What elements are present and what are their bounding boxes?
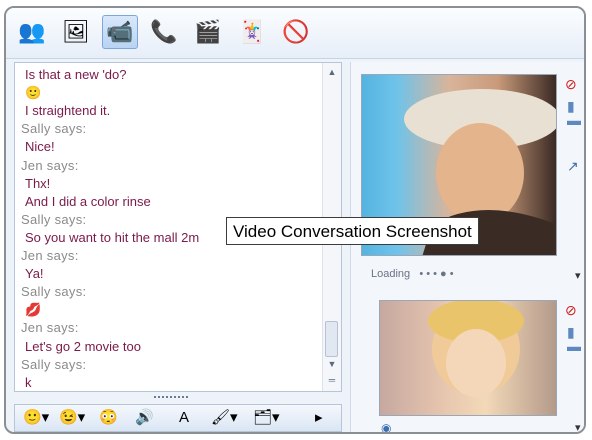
video-loading-status: Loading • • • ● • [371,268,454,280]
volume-slider-thumb[interactable]: ▬ [567,112,581,128]
loading-label: Loading [371,268,411,280]
self-video-feed [379,300,557,416]
sender-name: Sally says: [21,284,87,300]
chat-message: k [25,374,32,390]
sender-name: Sally says: [21,121,87,137]
chat-message: So you want to hit the mall 2m [25,229,200,245]
background-icon[interactable]: 🗂▾ [253,409,280,427]
chat-message: Let's go 2 movie too [25,338,141,354]
invite-contact-icon[interactable]: 👥 [14,15,50,49]
sender-name: Sally says: [21,211,87,227]
chat-message: Is that a new 'do? [25,67,127,82]
more-icon[interactable]: ▸ [315,409,323,427]
voice-clip-icon[interactable]: 🔊 [135,409,154,427]
send-file-icon[interactable]: 🖼 [58,15,94,49]
phone-call-icon[interactable]: 📞 [146,15,182,49]
nudge-icon[interactable]: 😳 [99,409,118,427]
conversation-toolbar: 👥 🖼 📹 📞 🎬 🃏 🚫 [6,8,584,59]
video-area: ⊘ ▮ ▬ ↗ Loading • • • ● • ▾ ⊘ ▮ ▬ ◉ ▾ [350,62,584,432]
emoticons-icon[interactable]: 🙂▾ [23,409,49,427]
block-contact-icon[interactable]: 🚫 [278,15,314,49]
chat-message: Nice! [25,139,55,155]
video-menu-icon[interactable]: ▾ [575,268,581,284]
emoticon: 💋 [25,302,42,318]
chat-message: Ya! [25,266,44,282]
chat-message: And I did a color rinse [25,193,151,209]
sender-name: Jen says: [21,157,79,173]
stop-self-video-icon[interactable]: ⊘ [565,302,577,318]
sender-name: Jen says: [21,248,79,263]
webcam-icon[interactable]: ◉ [381,420,391,432]
winks-icon[interactable]: 😉▾ [59,409,85,427]
self-video-image [428,301,524,397]
video-call-icon[interactable]: 📹 [102,15,138,49]
sender-name: Jen says: [21,320,79,336]
scroll-down-arrow-icon[interactable]: ▼ [323,359,341,369]
chat-message: Thx! [25,175,51,191]
scrollbar-thumb[interactable] [325,321,338,357]
scroll-up-arrow-icon[interactable]: ▲ [323,67,341,77]
chat-message: I straightend it. [25,103,111,119]
self-volume-slider-thumb[interactable]: ▬ [567,338,581,354]
handwriting-icon[interactable]: 🖌▾ [211,409,238,427]
loading-dots: • • • ● • [419,268,454,280]
font-icon[interactable]: A [179,409,189,427]
caption-tooltip: Video Conversation Screenshot [226,217,479,245]
pane-resize-grip[interactable] [154,396,188,402]
activities-icon[interactable]: 🎬 [190,15,226,49]
scroll-bottom-icon[interactable]: ═ [323,375,341,385]
self-video-menu-icon[interactable]: ▾ [575,420,581,432]
games-icon[interactable]: 🃏 [234,15,270,49]
sender-name: Sally says: [21,356,87,372]
emoticon: 🙂 [25,85,42,101]
formatting-toolbar: 🙂▾ 😉▾ 😳 🔊 A 🖌▾ 🗂▾ ▸ [14,404,342,432]
stop-video-icon[interactable]: ⊘ [565,76,577,92]
popout-video-icon[interactable]: ↗ [567,158,579,174]
